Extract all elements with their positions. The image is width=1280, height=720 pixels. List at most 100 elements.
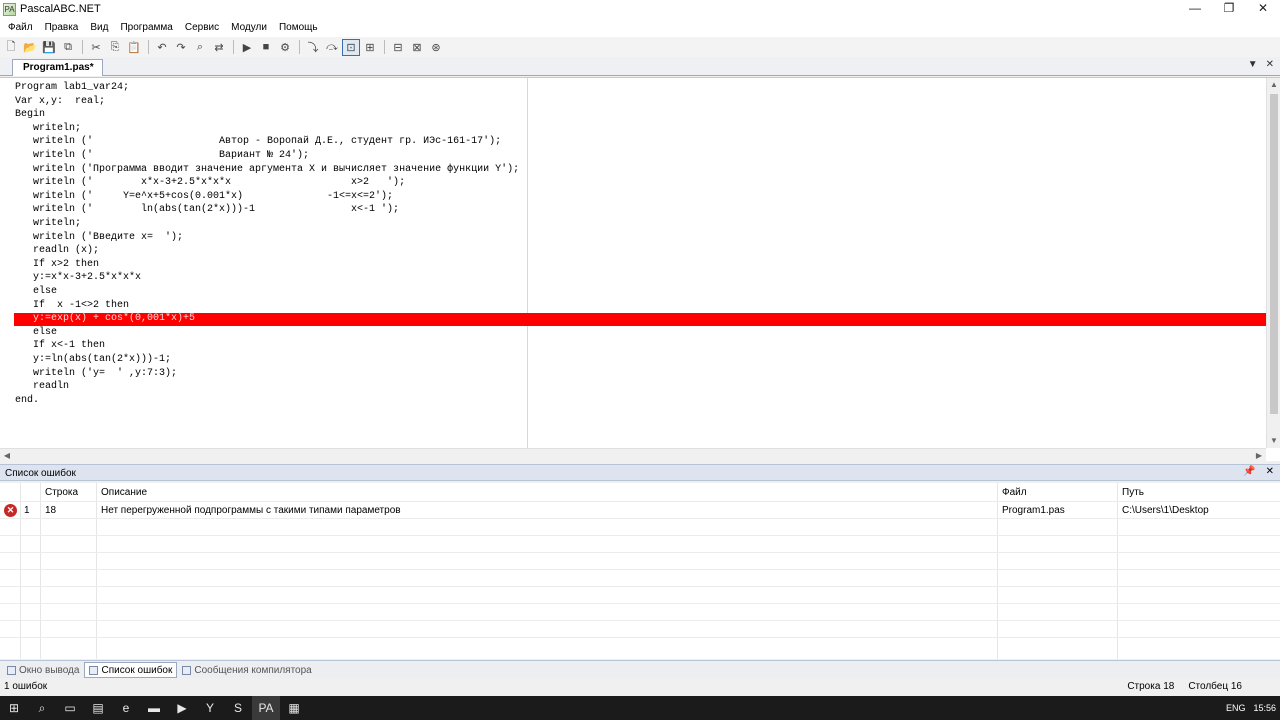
scroll-down-icon[interactable]: ▼ [1267, 434, 1280, 448]
find-button[interactable]: ⌕ [191, 39, 209, 56]
code-line[interactable]: writeln; [15, 122, 81, 136]
compile-button[interactable]: ⚙ [276, 39, 294, 56]
redo-button[interactable]: ↷ [172, 39, 190, 56]
stop-button[interactable]: ■ [257, 39, 275, 56]
menu-program[interactable]: Программа [115, 18, 177, 37]
tab-error-list[interactable]: Список ошибок [84, 662, 178, 678]
folder-icon[interactable]: ▬ [140, 696, 168, 720]
console-button[interactable]: ⊡ [342, 38, 360, 56]
column-header-file[interactable]: Файл [1002, 487, 1027, 498]
maximize-button[interactable]: ❐ [1212, 0, 1246, 18]
calculator-icon[interactable]: ▦ [280, 696, 308, 720]
code-line[interactable]: Begin [15, 108, 45, 122]
menu-help[interactable]: Помощь [274, 18, 323, 37]
code-line[interactable]: Var x,y: real; [15, 95, 105, 109]
windows-start-icon[interactable]: ⊞ [0, 696, 28, 720]
new-file-button[interactable]: 🗋 [2, 39, 20, 56]
compile-icon: ⚙ [280, 41, 290, 54]
document-tab-strip: Program1.pas* ▼ ✕ [0, 58, 1280, 76]
code-area[interactable]: Program lab1_var24; Var x,y: real; Begin w… [0, 78, 1266, 448]
edge-icon[interactable]: e [112, 696, 140, 720]
tab-output-window[interactable]: Окно вывода [2, 662, 84, 678]
run-button[interactable]: ▶ [238, 39, 256, 56]
code-line[interactable]: end. [15, 394, 39, 408]
code-line[interactable]: Program lab1_var24; [15, 81, 129, 95]
column-header-line[interactable]: Строка [45, 487, 78, 498]
save-all-button[interactable]: ⧉ [59, 39, 77, 56]
close-panel-icon[interactable]: ✕ [1266, 466, 1274, 477]
code-line[interactable]: writeln (' Y=e^x+5+cos(0.001*x) -1<=x<=2… [15, 190, 393, 204]
build-button[interactable]: ⊟ [389, 39, 407, 56]
code-line[interactable]: y:=exp(x) + cos*(0,001*x)+5 [15, 312, 195, 326]
menu-view[interactable]: Вид [85, 18, 113, 37]
code-line[interactable]: writeln ('y= ' ,y:7:3); [15, 367, 177, 381]
debug-button[interactable]: ⊞ [361, 39, 379, 56]
task-view-icon[interactable]: ▭ [56, 696, 84, 720]
explorer-icon[interactable]: ▤ [84, 696, 112, 720]
scroll-up-icon[interactable]: ▲ [1267, 78, 1280, 92]
code-line[interactable]: else [15, 285, 57, 299]
pascal-icon[interactable]: PA [252, 696, 280, 720]
module-button[interactable]: ⊛ [427, 39, 445, 56]
pin-icon[interactable]: 📌 [1243, 466, 1255, 477]
menu-bar: Файл Правка Вид Программа Сервис Модули … [0, 18, 1280, 37]
code-line[interactable]: y:=x*x-3+2.5*x*x*x [15, 271, 141, 285]
skype-icon[interactable]: S [224, 696, 252, 720]
close-tab-icon[interactable]: ✕ [1266, 59, 1274, 70]
save-all-icon: ⧉ [64, 40, 72, 53]
clock[interactable]: 15:56 [1253, 703, 1276, 713]
code-line[interactable]: writeln (' x*x-3+2.5*x*x*x x>2 '); [15, 176, 405, 190]
cut-button[interactable]: ✂ [87, 39, 105, 56]
rebuild-button[interactable]: ⊠ [408, 39, 426, 56]
code-line[interactable]: else [15, 326, 57, 340]
close-button[interactable]: ✕ [1246, 0, 1280, 18]
search-icon[interactable]: ⌕ [28, 696, 56, 720]
code-line[interactable]: writeln ('Программа вводит значение аргу… [15, 163, 519, 177]
code-line[interactable]: If x>2 then [15, 258, 99, 272]
menu-file[interactable]: Файл [3, 18, 38, 37]
app-window: PA PascalABC.NET — ❐ ✕ Файл Правка Вид П… [0, 0, 1280, 720]
input-language[interactable]: ENG [1226, 703, 1246, 713]
step-over-button[interactable]: ⤼ [323, 39, 341, 56]
toolbar-separator [148, 40, 149, 54]
menu-modules[interactable]: Модули [226, 18, 272, 37]
menu-service[interactable]: Сервис [180, 18, 224, 37]
tab-label: Сообщения компилятора [194, 664, 312, 676]
replace-button[interactable]: ⇄ [210, 39, 228, 56]
tab-label: Окно вывода [19, 664, 80, 676]
code-line[interactable]: readln [15, 380, 69, 394]
minimize-button[interactable]: — [1178, 0, 1212, 18]
tab-list-dropdown-icon[interactable]: ▼ [1248, 59, 1258, 70]
open-file-button[interactable]: 📂 [21, 39, 39, 56]
undo-button[interactable]: ↶ [153, 39, 171, 56]
column-divider [20, 483, 21, 659]
save-button[interactable]: 💾 [40, 39, 58, 56]
code-editor[interactable]: Program lab1_var24; Var x,y: real; Begin w… [0, 77, 1280, 462]
code-line[interactable]: writeln; [15, 217, 81, 231]
menu-edit[interactable]: Правка [40, 18, 84, 37]
yandex-icon[interactable]: Y [196, 696, 224, 720]
vertical-scrollbar[interactable]: ▲ ▼ [1266, 78, 1280, 448]
paste-button[interactable]: 📋 [125, 39, 143, 56]
tab-program1[interactable]: Program1.pas* [12, 59, 103, 76]
scroll-left-icon[interactable]: ◀ [0, 449, 14, 463]
right-margin-guide [527, 78, 528, 448]
code-line[interactable]: writeln (' Автор - Воропай Д.Е., студент… [15, 135, 501, 149]
media-icon[interactable]: ▶ [168, 696, 196, 720]
scroll-thumb[interactable] [1270, 94, 1278, 414]
code-line[interactable]: If x<-1 then [15, 339, 105, 353]
code-line[interactable]: y:=ln(abs(tan(2*x)))-1; [15, 353, 171, 367]
code-line[interactable]: If x -1<>2 then [15, 299, 129, 313]
code-line[interactable]: writeln (' ln(abs(tan(2*x)))-1 x<-1 '); [15, 203, 399, 217]
row-divider [0, 569, 1280, 570]
tab-compiler-messages[interactable]: Сообщения компилятора [177, 662, 316, 678]
code-line[interactable]: writeln (' Вариант № 24'); [15, 149, 309, 163]
code-line[interactable]: writeln ('Введите x= '); [15, 231, 183, 245]
code-line[interactable]: readln (x); [15, 244, 99, 258]
column-header-path[interactable]: Путь [1122, 487, 1144, 498]
step-into-button[interactable]: ⤵ [304, 39, 322, 56]
copy-button[interactable]: ⎘ [106, 39, 124, 56]
horizontal-scrollbar[interactable]: ◀ ▶ [0, 448, 1266, 462]
scroll-right-icon[interactable]: ▶ [1252, 449, 1266, 463]
column-header-description[interactable]: Описание [101, 487, 147, 498]
